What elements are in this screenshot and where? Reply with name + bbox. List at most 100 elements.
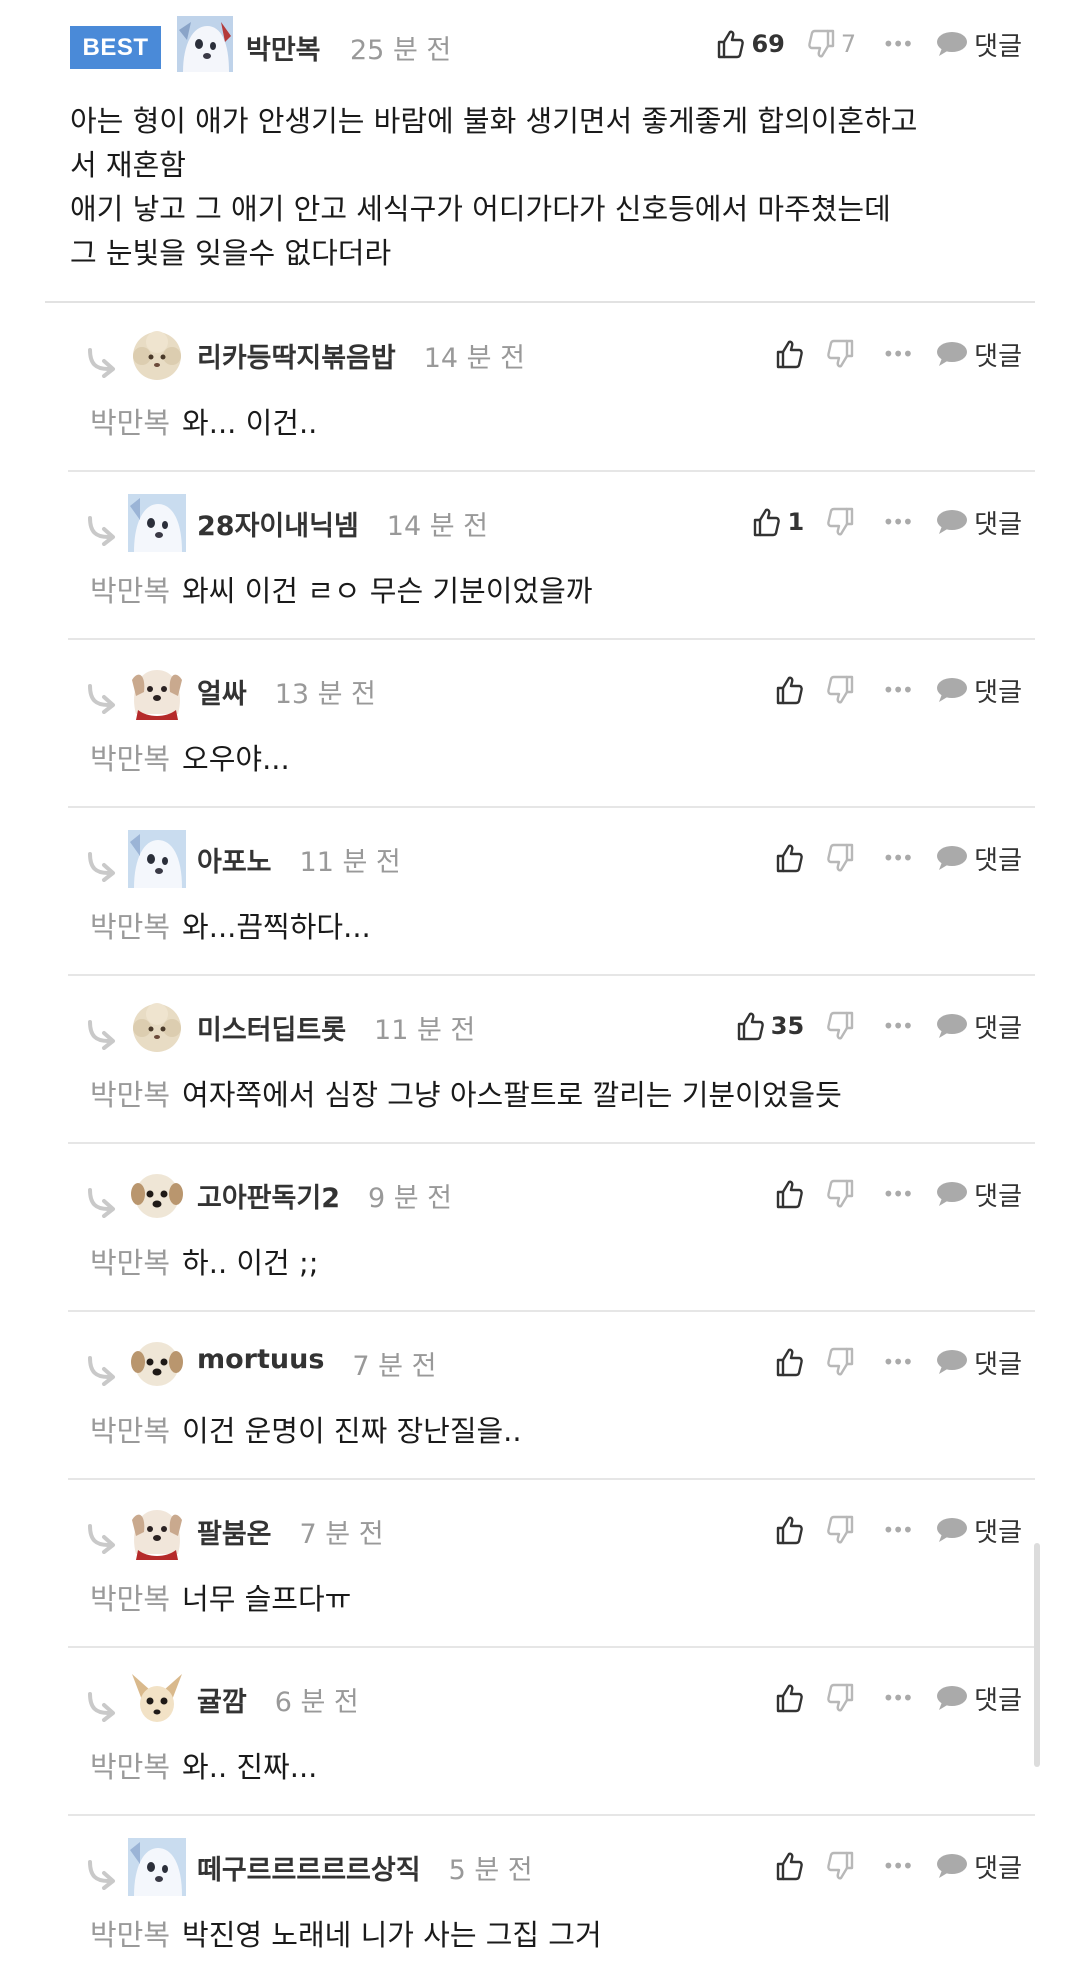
speech-bubble-icon [937, 1350, 968, 1374]
reply-item-5: 미스터딥트롯 11 분 전 35 ••• 댓글 박만복 여자쪽에서 심장 그냥 … [0, 976, 1080, 1144]
like-button[interactable] [774, 1342, 804, 1382]
reply-label: 댓글 [974, 1853, 1022, 1884]
reply-button[interactable]: 댓글 [936, 1512, 1022, 1549]
dislike-button[interactable] [826, 1006, 856, 1046]
like-count: 1 [787, 508, 805, 536]
like-button[interactable] [774, 1846, 804, 1886]
reply-author[interactable]: 28자이내닉넴 [197, 504, 359, 543]
like-button[interactable] [774, 838, 804, 878]
like-button[interactable] [774, 1510, 804, 1550]
mention-tag[interactable]: 박만복 [90, 1750, 170, 1784]
reply-header: 떼구르르르르르상직 5 분 전 ••• 댓글 [0, 1834, 1080, 1898]
reply-button[interactable]: 댓글 [936, 1008, 1022, 1045]
reply-author[interactable]: 고아판독기2 [197, 1176, 340, 1215]
dislike-button[interactable] [826, 670, 856, 710]
reply-item-1: 리카등딱지볶음밥 14 분 전 ••• 댓글 박만복 와... 이건.. [0, 304, 1080, 472]
reply-button[interactable]: 댓글 [936, 1848, 1022, 1885]
reply-header: 얼싸 13 분 전 ••• 댓글 [0, 658, 1080, 722]
dislike-button[interactable] [826, 502, 856, 542]
reply-author[interactable]: 얼싸 [197, 672, 247, 711]
like-button[interactable]: 69 [715, 24, 785, 64]
reply-button[interactable]: 댓글 [936, 840, 1022, 877]
reply-author[interactable]: 미스터딥트롯 [197, 1008, 346, 1047]
reply-button[interactable]: 댓글 [936, 1344, 1022, 1381]
mention-tag[interactable]: 박만복 [90, 574, 170, 608]
comment-time: 25 분 전 [350, 35, 452, 66]
reply-label: 댓글 [974, 1013, 1022, 1044]
like-button[interactable] [774, 670, 804, 710]
like-button[interactable] [774, 334, 804, 374]
more-options-icon[interactable]: ••• [878, 32, 916, 56]
reply-label: 댓글 [974, 31, 1022, 62]
like-button[interactable]: 35 [735, 1006, 804, 1046]
reply-button[interactable]: 댓글 [936, 1680, 1022, 1717]
reply-author[interactable]: 떼구르르르르르상직 [197, 1848, 421, 1887]
white-dog-avatar-icon[interactable] [177, 16, 233, 72]
white-dog-avatar-icon[interactable] [128, 830, 186, 888]
dislike-button[interactable] [826, 1846, 856, 1886]
more-options-icon[interactable]: ••• [878, 1518, 916, 1542]
reply-label: 댓글 [974, 1181, 1022, 1212]
reply-button[interactable]: 댓글 [936, 504, 1022, 541]
reply-arrow-icon [88, 1188, 115, 1218]
reply-author[interactable]: 리카등딱지볶음밥 [197, 336, 396, 375]
reply-author[interactable]: mortuus [197, 1344, 324, 1375]
dislike-button[interactable] [826, 1174, 856, 1214]
dog-scarf-avatar-icon[interactable] [128, 662, 186, 720]
more-options-icon[interactable]: ••• [878, 1350, 916, 1374]
dislike-button[interactable]: 7 [807, 24, 856, 64]
reply-label: 댓글 [974, 845, 1022, 876]
white-dog-avatar-icon[interactable] [128, 494, 186, 552]
reply-button[interactable]: 댓글 [936, 336, 1022, 373]
reply-list: 리카등딱지볶음밥 14 분 전 ••• 댓글 박만복 와... 이건.. 28자… [0, 304, 1080, 1974]
more-options-icon[interactable]: ••• [878, 846, 916, 870]
reply-author[interactable]: 귤깜 [197, 1680, 247, 1719]
more-options-icon[interactable]: ••• [878, 342, 916, 366]
more-options-icon[interactable]: ••• [878, 510, 916, 534]
reply-time: 7 분 전 [299, 1519, 384, 1550]
reply-button[interactable]: 댓글 [936, 672, 1022, 709]
more-options-icon[interactable]: ••• [878, 678, 916, 702]
mention-tag[interactable]: 박만복 [90, 406, 170, 440]
mention-tag[interactable]: 박만복 [90, 1918, 170, 1952]
reply-author[interactable]: 아포노 [197, 840, 272, 879]
speech-bubble-icon [937, 1518, 968, 1542]
thumbs-up-icon [776, 1516, 803, 1545]
dog-scarf-avatar-icon[interactable] [128, 1502, 186, 1560]
mention-tag[interactable]: 박만복 [90, 742, 170, 776]
more-options-icon[interactable]: ••• [878, 1014, 916, 1038]
dislike-button[interactable] [826, 1678, 856, 1718]
thumbs-down-icon [808, 29, 835, 58]
dislike-button[interactable] [826, 1510, 856, 1550]
mention-tag[interactable]: 박만복 [90, 1246, 170, 1280]
mention-tag[interactable]: 박만복 [90, 1414, 170, 1448]
comment-author[interactable]: 박만복 [246, 28, 321, 67]
like-button[interactable] [774, 1678, 804, 1718]
poodle-avatar-icon[interactable] [128, 326, 186, 384]
reply-author[interactable]: 팔붐온 [197, 1512, 272, 1551]
reply-header: 고아판독기2 9 분 전 ••• 댓글 [0, 1162, 1080, 1226]
reply-arrow-icon [88, 684, 115, 714]
chihuahua-avatar-icon[interactable] [128, 1670, 186, 1728]
reply-button[interactable]: 댓글 [936, 26, 1022, 63]
puppy-avatar-icon[interactable] [128, 1166, 186, 1224]
like-button[interactable]: 1 [751, 502, 804, 542]
reply-button[interactable]: 댓글 [936, 1176, 1022, 1213]
reply-item-6: 고아판독기2 9 분 전 ••• 댓글 박만복 하.. 이건 ;; [0, 1144, 1080, 1312]
dislike-button[interactable] [826, 838, 856, 878]
mention-tag[interactable]: 박만복 [90, 1078, 170, 1112]
reply-body: 박만복 와씨 이건 ㄹㅇ 무슨 기분이었을까 [90, 568, 592, 610]
poodle-avatar-icon[interactable] [128, 998, 186, 1056]
mention-tag[interactable]: 박만복 [90, 910, 170, 944]
thumbs-down-icon [827, 1011, 854, 1040]
mention-tag[interactable]: 박만복 [90, 1582, 170, 1616]
dislike-button[interactable] [826, 334, 856, 374]
more-options-icon[interactable]: ••• [878, 1854, 916, 1878]
more-options-icon[interactable]: ••• [878, 1182, 916, 1206]
scrollbar[interactable] [1034, 1543, 1040, 1767]
like-button[interactable] [774, 1174, 804, 1214]
white-dog-avatar-icon[interactable] [128, 1838, 186, 1896]
more-options-icon[interactable]: ••• [878, 1686, 916, 1710]
dislike-button[interactable] [826, 1342, 856, 1382]
puppy-avatar-icon[interactable] [128, 1334, 186, 1392]
